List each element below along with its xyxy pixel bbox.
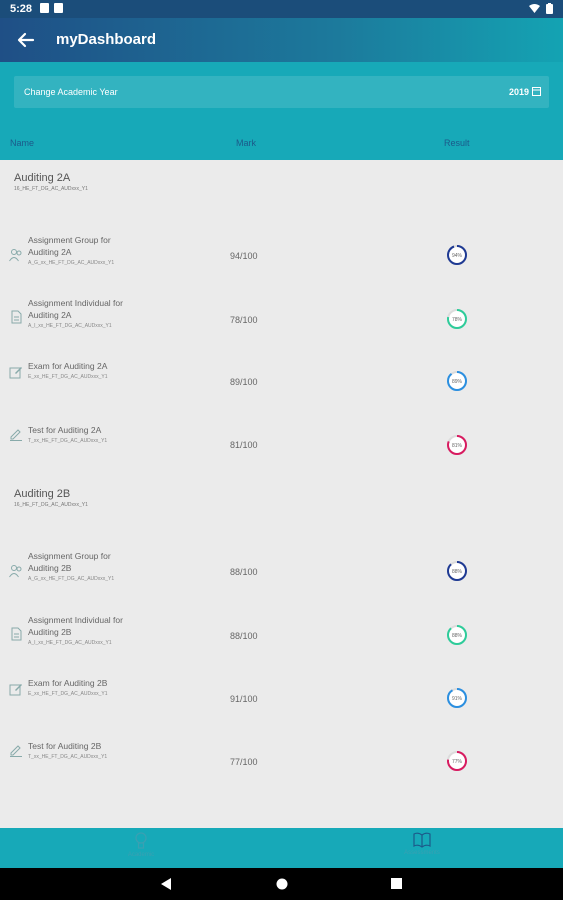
- assessment-code: A_G_xx_HE_FT_DG_AC_AUDxxx_Y1: [28, 260, 115, 266]
- ring-percent-label: 94%: [452, 253, 463, 259]
- book-icon: [413, 832, 431, 848]
- result-ring: 88%: [446, 560, 468, 582]
- home-circle-icon[interactable]: [276, 878, 288, 890]
- assessment-code: A_G_xx_HE_FT_DG_AC_AUDxxx_Y1: [28, 576, 115, 582]
- result-ring: 94%: [446, 244, 468, 266]
- assessment-name: Exam for Auditing 2A: [28, 361, 108, 371]
- progress-ring-svg: 89%: [447, 371, 467, 391]
- ring-percent-label: 78%: [452, 317, 463, 323]
- assessment-mark: 94/100: [230, 251, 258, 261]
- assessment-mark: 88/100: [230, 567, 258, 577]
- progress-ring-svg: 78%: [447, 309, 467, 329]
- document-icon: [11, 627, 22, 641]
- assessment-code: E_xx_HE_FT_DG_AC_AUDxxx_Y1: [28, 691, 108, 697]
- result-ring: 77%: [446, 750, 468, 772]
- back-triangle-icon[interactable]: [161, 878, 172, 890]
- ring-percent-label: 91%: [452, 696, 463, 702]
- calendar-icon: [532, 87, 541, 96]
- assessment-row[interactable]: Assignment Individual for Auditing 2B A_…: [0, 614, 563, 674]
- module-code: 16_HE_FT_DG_AC_AUDxxx_Y1: [14, 502, 88, 508]
- assessment-mark: 88/100: [230, 631, 258, 641]
- ring-percent-label: 88%: [452, 569, 463, 575]
- ring-percent-label: 81%: [452, 443, 463, 449]
- assessment-code: E_xx_HE_FT_DG_AC_AUDxxx_Y1: [28, 374, 108, 380]
- ring-percent-label: 77%: [452, 759, 463, 765]
- result-ring: 78%: [446, 308, 468, 330]
- progress-ring-svg: 88%: [447, 625, 467, 645]
- notification-icon: [40, 3, 49, 13]
- assessment-name: Test for Auditing 2A: [28, 425, 102, 435]
- progress-ring-svg: 91%: [447, 688, 467, 708]
- nav-assessments[interactable]: Assessments: [392, 832, 452, 856]
- back-arrow-icon[interactable]: [14, 28, 38, 52]
- assessment-row[interactable]: Assignment Group for Auditing 2A A_G_xx_…: [0, 234, 563, 294]
- app-bar: myDashboard: [0, 18, 563, 62]
- assessment-mark: 78/100: [230, 315, 258, 325]
- status-bar: 5:28: [0, 0, 563, 18]
- selected-year: 2019: [508, 87, 529, 97]
- edit-icon: [9, 367, 22, 379]
- pencil-icon: [10, 745, 22, 757]
- lightbulb-icon: [135, 832, 147, 849]
- assessment-code: T_xx_HE_FT_DG_AC_AUDxxx_Y1: [28, 438, 108, 444]
- assessment-row[interactable]: Exam for Auditing 2B E_xx_HE_FT_DG_AC_AU…: [0, 677, 563, 737]
- assessment-row[interactable]: Test for Auditing 2B T_xx_HE_FT_DG_AC_AU…: [0, 740, 563, 800]
- assessment-code: A_I_xx_HE_FT_DG_AC_AUDxxx_Y1: [28, 323, 112, 329]
- result-ring: 88%: [446, 624, 468, 646]
- assessment-mark: 77/100: [230, 757, 258, 767]
- progress-ring-svg: 81%: [447, 435, 467, 455]
- bottom-navigation: Academic Assessments: [0, 828, 563, 868]
- assessment-row[interactable]: Assignment Group for Auditing 2B A_G_xx_…: [0, 550, 563, 610]
- nav-academic[interactable]: Academic: [111, 832, 171, 858]
- module-title: Auditing 2A: [14, 172, 71, 184]
- academic-year-selector[interactable]: Change Academic Year 2019: [14, 76, 549, 108]
- column-header-name: Name: [10, 138, 35, 148]
- nav-assessments-label: Assessments: [404, 850, 440, 856]
- assessment-name: Assignment Group for Auditing 2A: [28, 235, 111, 257]
- assessment-row[interactable]: Assignment Individual for Auditing 2A A_…: [0, 297, 563, 357]
- assessment-list: Auditing 2A 16_HE_FT_DG_AC_AUDxxx_Y1 Ass…: [0, 160, 563, 828]
- assessment-mark: 91/100: [230, 694, 258, 704]
- module-title: Auditing 2B: [14, 488, 71, 500]
- result-ring: 81%: [446, 434, 468, 456]
- system-status-icons: [529, 3, 553, 14]
- assessment-row[interactable]: Test for Auditing 2A T_xx_HE_FT_DG_AC_AU…: [0, 424, 563, 484]
- group-icon: [9, 565, 22, 578]
- assessment-name: Assignment Individual for Auditing 2A: [28, 298, 123, 320]
- assessment-name: Assignment Individual for Auditing 2B: [28, 615, 123, 637]
- result-ring: 89%: [446, 370, 468, 392]
- column-header-mark: Mark: [236, 138, 256, 148]
- assessment-row[interactable]: Exam for Auditing 2A E_xx_HE_FT_DG_AC_AU…: [0, 360, 563, 420]
- battery-icon: [546, 3, 553, 14]
- document-icon: [11, 310, 22, 324]
- ring-percent-label: 88%: [452, 633, 463, 639]
- progress-ring-svg: 94%: [447, 245, 467, 265]
- recents-square-icon[interactable]: [391, 878, 402, 889]
- column-header-result: Result: [444, 138, 470, 148]
- progress-ring-svg: 77%: [447, 751, 467, 771]
- assessment-name: Test for Auditing 2B: [28, 741, 102, 751]
- sim-icon: [54, 3, 63, 13]
- group-icon: [9, 249, 22, 262]
- assessment-mark: 81/100: [230, 440, 258, 450]
- module-code: 16_HE_FT_DG_AC_AUDxxx_Y1: [14, 186, 88, 192]
- assessment-code: T_xx_HE_FT_DG_AC_AUDxxx_Y1: [28, 754, 108, 760]
- result-ring: 91%: [446, 687, 468, 709]
- header-panel: Change Academic Year 2019 Name Mark Resu…: [0, 62, 563, 160]
- assessment-name: Exam for Auditing 2B: [28, 678, 108, 688]
- ring-percent-label: 89%: [452, 379, 463, 385]
- notification-icons: [40, 3, 63, 13]
- edit-icon: [9, 684, 22, 696]
- assessment-code: A_I_xx_HE_FT_DG_AC_AUDxxx_Y1: [28, 640, 112, 646]
- wifi-icon: [529, 4, 540, 13]
- nav-academic-label: Academic: [127, 852, 155, 858]
- pencil-icon: [10, 429, 22, 441]
- status-time: 5:28: [10, 3, 33, 15]
- assessment-mark: 89/100: [230, 377, 258, 387]
- system-navigation-bar: [0, 868, 563, 900]
- year-selector-label: Change Academic Year: [24, 87, 118, 97]
- progress-ring-svg: 88%: [447, 561, 467, 581]
- assessment-name: Assignment Group for Auditing 2B: [28, 551, 111, 573]
- page-title: myDashboard: [56, 31, 157, 48]
